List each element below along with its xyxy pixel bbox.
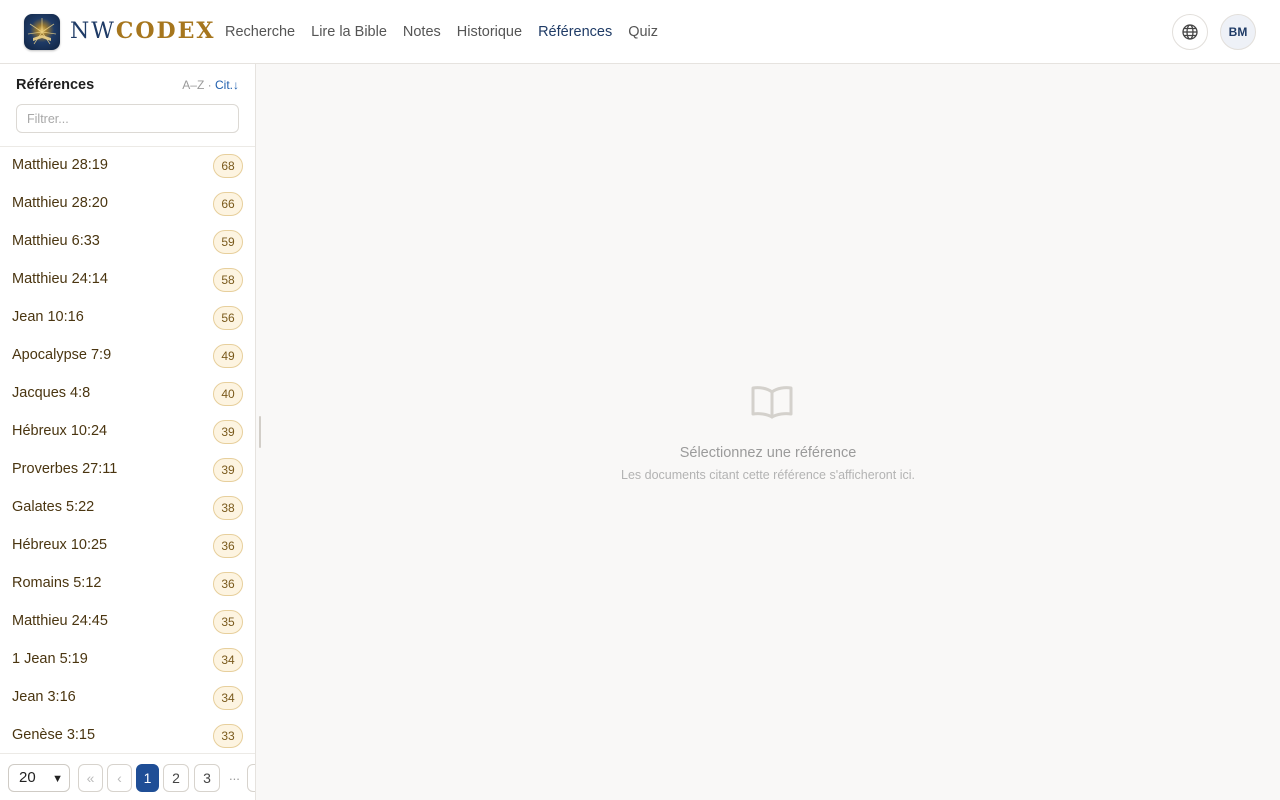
- citation-count-badge: 38: [213, 496, 243, 520]
- sort-alphabetical[interactable]: A–Z: [182, 78, 204, 92]
- pagination-ellipsis: ...: [229, 768, 240, 783]
- reference-label: Apocalypse 7:9: [12, 347, 112, 363]
- citation-count-badge: 39: [213, 420, 243, 444]
- reference-item[interactable]: 1 Jean 5:19 34: [0, 641, 255, 679]
- reference-label: Genèse 3:15: [12, 727, 96, 743]
- reference-label: Galates 5:22: [12, 499, 95, 515]
- filter-input[interactable]: [16, 104, 239, 133]
- main-nav: Recherche Lire la Bible Notes Historique…: [225, 22, 658, 42]
- reference-label: Romains 5:12: [12, 575, 102, 591]
- per-page-select[interactable]: 20 ▼: [8, 764, 70, 792]
- page-1-button[interactable]: 1: [136, 764, 159, 792]
- reference-item[interactable]: Matthieu 24:45 35: [0, 603, 255, 641]
- citation-count-badge: 33: [213, 724, 243, 748]
- reference-label: Jacques 4:8: [12, 385, 91, 401]
- globe-icon: [1182, 24, 1198, 40]
- citation-count-badge: 36: [213, 572, 243, 596]
- app-logo-icon[interactable]: [24, 14, 60, 50]
- brand-nw: NW: [70, 19, 116, 44]
- reference-label: Matthieu 24:14: [12, 271, 108, 287]
- nav-lire-la-bible[interactable]: Lire la Bible: [311, 22, 387, 42]
- reference-item[interactable]: Matthieu 24:14 58: [0, 261, 255, 299]
- page-3-button[interactable]: 3: [194, 764, 220, 792]
- reference-label: Proverbes 27:11: [12, 461, 118, 477]
- reference-label: Hébreux 10:25: [12, 537, 108, 553]
- citation-count-badge: 34: [213, 686, 243, 710]
- reference-label: Matthieu 28:19: [12, 157, 108, 173]
- reference-list: Matthieu 28:19 68 Matthieu 28:20 66 Matthieu…: [0, 147, 255, 753]
- empty-state-subtitle: Les documents citant cette référence s'a…: [621, 468, 915, 482]
- next-page-button[interactable]: [247, 764, 255, 792]
- sidebar-title: Références: [16, 77, 95, 93]
- reference-item[interactable]: Jean 3:16 34: [0, 679, 255, 717]
- page-2-button[interactable]: 2: [163, 764, 189, 792]
- chevron-down-icon: ▼: [52, 773, 63, 785]
- nav-notes[interactable]: Notes: [403, 22, 441, 42]
- nav-quiz[interactable]: Quiz: [628, 22, 658, 42]
- reference-item[interactable]: Matthieu 6:33 59: [0, 223, 255, 261]
- reference-item[interactable]: Hébreux 10:25 36: [0, 527, 255, 565]
- references-sidebar: Références A–Z · Cit.↓ Matthieu 28:1968M…: [0, 64, 256, 800]
- sort-by-citations[interactable]: Cit.↓: [215, 78, 239, 92]
- nav-references[interactable]: Références: [538, 22, 612, 42]
- citation-count-badge: 58: [213, 268, 243, 292]
- avatar[interactable]: BM: [1220, 14, 1256, 50]
- citation-count-badge: 59: [213, 230, 243, 254]
- citation-count-badge: 34: [213, 648, 243, 672]
- citation-count-badge: 36: [213, 534, 243, 558]
- reference-label: Jean 3:16: [12, 689, 76, 705]
- nav-recherche[interactable]: Recherche: [225, 22, 295, 42]
- reference-item[interactable]: Galates 5:22 38: [0, 489, 255, 527]
- book-open-icon: [751, 386, 793, 419]
- reference-label: Matthieu 28:20: [12, 195, 108, 211]
- main-panel: Sélectionnez une référence Les documents…: [256, 64, 1280, 800]
- reference-item[interactable]: Matthieu 28:20 66: [0, 185, 255, 223]
- prev-page-button[interactable]: ‹: [107, 764, 132, 792]
- top-bar: NWCODEX Recherche Lire la Bible Notes Hi…: [0, 0, 1280, 64]
- reference-label: Matthieu 24:45: [12, 613, 108, 629]
- reference-item[interactable]: Proverbes 27:11 39: [0, 451, 255, 489]
- citation-count-badge: 56: [213, 306, 243, 330]
- reference-label: Matthieu 6:33: [12, 233, 100, 249]
- reference-item[interactable]: Genèse 3:15 33: [0, 717, 255, 753]
- language-button[interactable]: [1172, 14, 1208, 50]
- reference-label: 1 Jean 5:19: [12, 651, 88, 667]
- per-page-value: 20: [19, 769, 36, 786]
- reference-label: Jean 10:16: [12, 309, 84, 325]
- brand-name[interactable]: NWCODEX: [70, 18, 215, 45]
- reference-item[interactable]: Hébreux 10:24 39: [0, 413, 255, 451]
- reference-label: Hébreux 10:24: [12, 423, 108, 439]
- sort-separator: ·: [207, 78, 212, 92]
- reference-item[interactable]: Apocalypse 7:9 49: [0, 337, 255, 375]
- citation-count-badge: 66: [213, 192, 243, 216]
- sidebar-header: Références A–Z · Cit.↓: [0, 64, 255, 147]
- reference-item[interactable]: Matthieu 28:19 68: [0, 147, 255, 185]
- reference-item[interactable]: Romains 5:12 36: [0, 565, 255, 603]
- citation-count-badge: 35: [213, 610, 243, 634]
- citation-count-badge: 49: [213, 344, 243, 368]
- citation-count-badge: 68: [213, 154, 243, 178]
- empty-state-title: Sélectionnez une référence: [679, 445, 857, 461]
- reference-item[interactable]: Jacques 4:8 40: [0, 375, 255, 413]
- sort-controls: A–Z · Cit.↓: [182, 78, 239, 92]
- first-page-button[interactable]: «: [78, 764, 103, 792]
- brand-codex: CODEX: [115, 18, 216, 44]
- citation-count-badge: 40: [213, 382, 243, 406]
- citation-count-badge: 39: [213, 458, 243, 482]
- reference-item[interactable]: Jean 10:16 56: [0, 299, 255, 337]
- pagination: 20 ▼ « ‹ 1 2 3 ...: [0, 753, 255, 800]
- nav-historique[interactable]: Historique: [457, 22, 522, 42]
